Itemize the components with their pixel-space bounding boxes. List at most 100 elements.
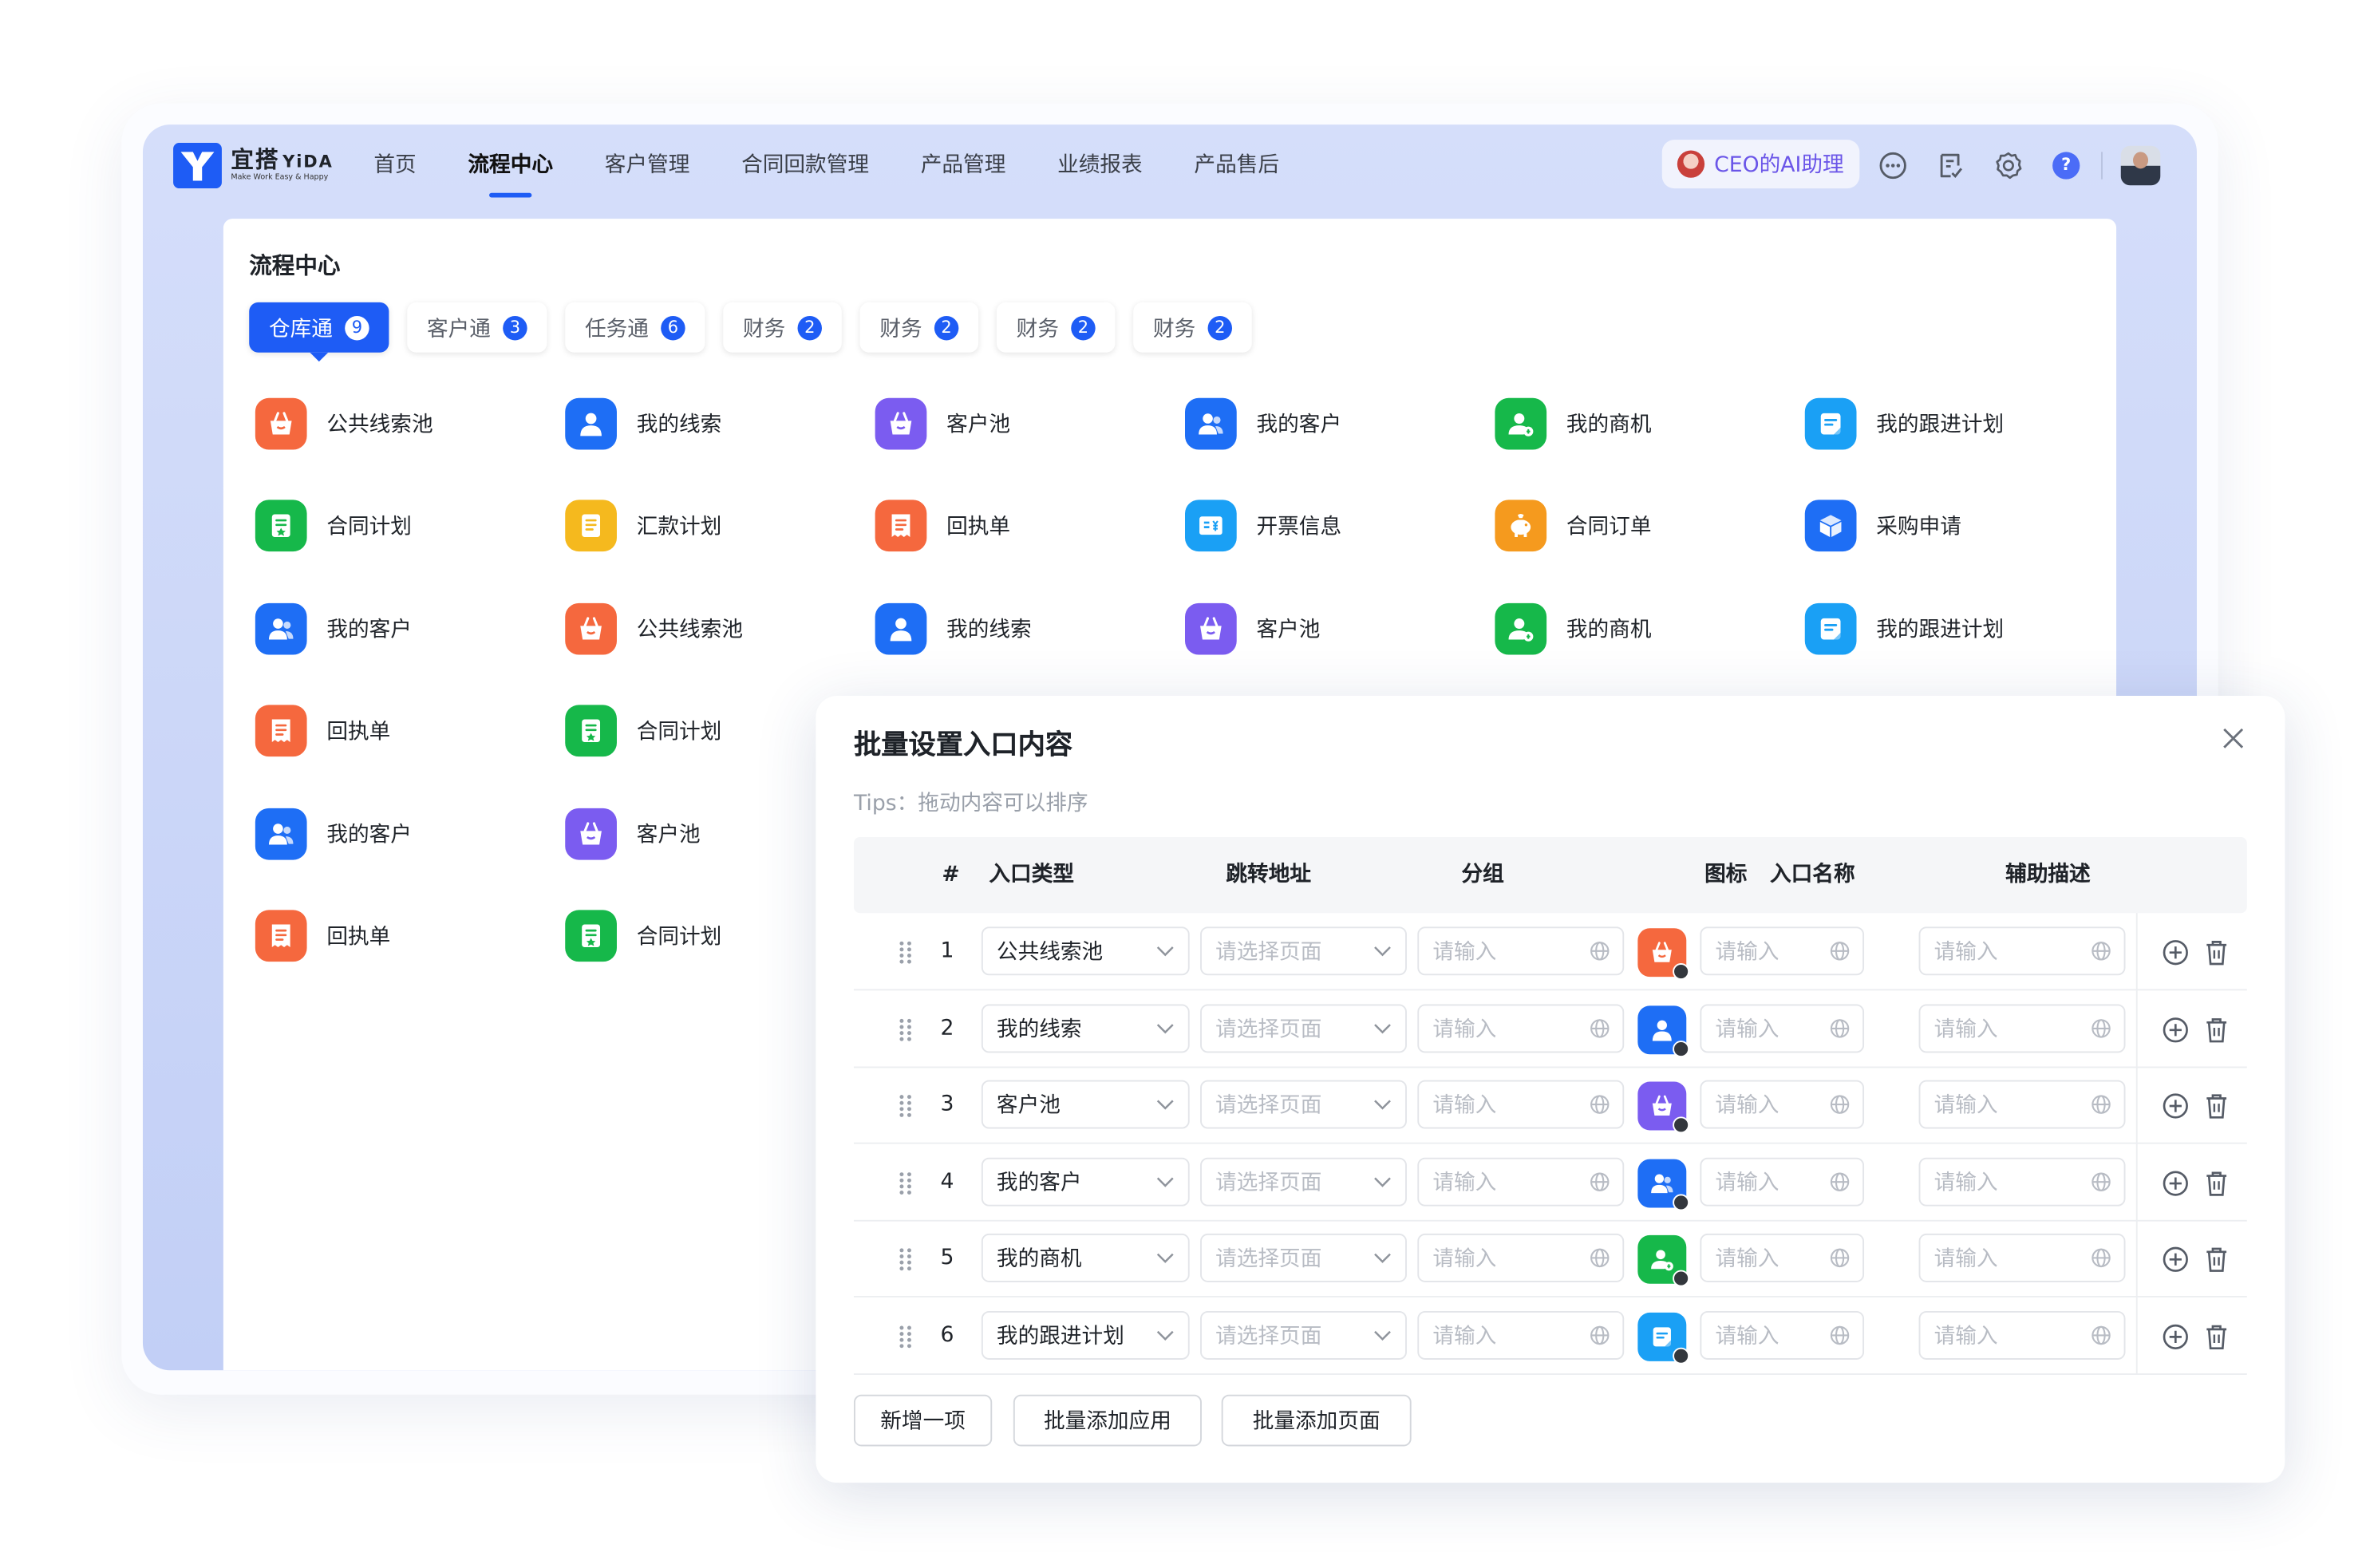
app-entry-item[interactable]: 我的商机 — [1495, 397, 1651, 450]
tab-task[interactable]: 任务通 6 — [565, 302, 705, 353]
entry-type-select[interactable]: 我的跟进计划 — [981, 1311, 1190, 1360]
group-input[interactable]: 请输入 — [1417, 1311, 1625, 1360]
entry-name-input[interactable]: 请输入 — [1700, 1003, 1865, 1053]
description-input[interactable]: 请输入 — [1918, 1080, 2126, 1129]
app-entry-item[interactable]: 我的客户 — [1185, 397, 1341, 450]
globe-icon[interactable] — [2091, 1094, 2112, 1116]
group-input[interactable]: 请输入 — [1417, 1234, 1625, 1283]
globe-icon[interactable] — [1589, 1325, 1610, 1346]
app-entry-item[interactable]: 回执单 — [255, 910, 390, 962]
add-circle-icon[interactable] — [2162, 1092, 2189, 1120]
nav-performance-report[interactable]: 业绩报表 — [1057, 124, 1143, 207]
trash-icon[interactable] — [2204, 1170, 2228, 1197]
basket-icon[interactable] — [1637, 1081, 1690, 1134]
globe-icon[interactable] — [1589, 1248, 1610, 1270]
app-entry-item[interactable]: 合同订单 — [1495, 500, 1651, 552]
ai-assistant-button[interactable]: CEO的AI助理 — [1661, 140, 1860, 189]
globe-icon[interactable] — [2091, 1171, 2112, 1192]
drag-handle-icon[interactable] — [898, 1325, 913, 1349]
description-input[interactable]: 请输入 — [1918, 1234, 2126, 1283]
basket-icon[interactable] — [1637, 928, 1690, 980]
edit-icon[interactable] — [1673, 1347, 1690, 1365]
app-entry-item[interactable]: 客户池 — [565, 808, 701, 860]
app-entry-item[interactable]: 回执单 — [255, 705, 390, 757]
trash-icon[interactable] — [2204, 1323, 2228, 1350]
drag-handle-icon[interactable] — [898, 1094, 913, 1118]
nav-home[interactable]: 首页 — [373, 124, 416, 207]
brand-logo[interactable]: 宜搭 YiDA Make Work Easy & Happy — [173, 142, 334, 189]
globe-icon[interactable] — [2091, 1017, 2112, 1039]
edit-icon[interactable] — [1673, 963, 1690, 980]
url-select[interactable]: 请选择页面 — [1200, 1080, 1407, 1129]
app-entry-item[interactable]: 合同计划 — [565, 910, 721, 962]
entry-name-input[interactable]: 请输入 — [1700, 926, 1865, 976]
app-entry-item[interactable]: 客户池 — [1185, 602, 1320, 655]
add-circle-icon[interactable] — [2162, 1323, 2189, 1350]
app-entry-item[interactable]: 我的客户 — [255, 602, 412, 655]
url-select[interactable]: 请选择页面 — [1200, 1234, 1407, 1283]
url-select[interactable]: 请选择页面 — [1200, 1157, 1407, 1207]
description-input[interactable]: 请输入 — [1918, 1157, 2126, 1207]
trash-icon[interactable] — [2204, 939, 2228, 966]
drag-handle-icon[interactable] — [898, 1017, 913, 1041]
trash-icon[interactable] — [2204, 1246, 2228, 1274]
tab-finance[interactable]: 财务 2 — [859, 302, 979, 353]
globe-icon[interactable] — [2091, 1325, 2112, 1346]
close-icon[interactable] — [2220, 725, 2247, 752]
app-entry-item[interactable]: 客户池 — [875, 397, 1010, 450]
drag-handle-icon[interactable] — [898, 1248, 913, 1272]
nav-after-sales[interactable]: 产品售后 — [1194, 124, 1279, 207]
tab-finance[interactable]: 财务 2 — [723, 302, 842, 353]
tab-finance[interactable]: 财务 2 — [996, 302, 1116, 353]
user-icon[interactable] — [1637, 1005, 1690, 1057]
app-entry-item[interactable]: 我的跟进计划 — [1804, 602, 2004, 655]
entry-name-input[interactable]: 请输入 — [1700, 1311, 1865, 1360]
globe-icon[interactable] — [1589, 940, 1610, 962]
globe-icon[interactable] — [1829, 940, 1851, 962]
app-entry-item[interactable]: 回执单 — [875, 500, 1010, 552]
note-icon[interactable] — [1637, 1312, 1690, 1365]
tab-finance[interactable]: 财务 2 — [1133, 302, 1252, 353]
nav-process-center[interactable]: 流程中心 — [468, 124, 553, 207]
help-icon[interactable]: ? — [2049, 149, 2083, 183]
edit-icon[interactable] — [1673, 1116, 1690, 1134]
entry-type-select[interactable]: 我的商机 — [981, 1234, 1190, 1283]
app-entry-item[interactable]: 公共线索池 — [565, 602, 743, 655]
entry-type-select[interactable]: 客户池 — [981, 1080, 1190, 1129]
app-entry-item[interactable]: 公共线索池 — [255, 397, 433, 450]
tab-warehouse[interactable]: 仓库通 9 — [249, 302, 389, 362]
globe-icon[interactable] — [1589, 1171, 1610, 1192]
description-input[interactable]: 请输入 — [1918, 1003, 2126, 1053]
more-circle-icon[interactable] — [1876, 149, 1910, 183]
entry-name-input[interactable]: 请输入 — [1700, 1080, 1865, 1129]
todo-list-icon[interactable] — [1934, 149, 1968, 183]
edit-icon[interactable] — [1673, 1040, 1690, 1057]
add-circle-icon[interactable] — [2162, 1246, 2189, 1274]
users-icon[interactable] — [1637, 1159, 1690, 1211]
app-entry-item[interactable]: 我的商机 — [1495, 602, 1651, 655]
tab-customer[interactable]: 客户通 3 — [407, 302, 547, 353]
user-coin-icon[interactable] — [1637, 1235, 1690, 1288]
add-circle-icon[interactable] — [2162, 1016, 2189, 1043]
entry-name-input[interactable]: 请输入 — [1700, 1157, 1865, 1207]
globe-icon[interactable] — [1829, 1171, 1851, 1192]
url-select[interactable]: 请选择页面 — [1200, 926, 1407, 976]
entry-type-select[interactable]: 公共线索池 — [981, 926, 1190, 976]
entry-name-input[interactable]: 请输入 — [1700, 1234, 1865, 1283]
entry-type-select[interactable]: 我的客户 — [981, 1157, 1190, 1207]
batch-add-app-button[interactable]: 批量添加应用 — [1013, 1394, 1202, 1447]
batch-add-page-button[interactable]: 批量添加页面 — [1221, 1394, 1412, 1447]
app-entry-item[interactable]: 我的线索 — [565, 397, 721, 450]
nav-customer-management[interactable]: 客户管理 — [605, 124, 690, 207]
app-entry-item[interactable]: 汇款计划 — [565, 500, 721, 552]
trash-icon[interactable] — [2204, 1092, 2228, 1120]
description-input[interactable]: 请输入 — [1918, 926, 2126, 976]
globe-icon[interactable] — [1829, 1325, 1851, 1346]
app-entry-item[interactable]: 采购申请 — [1804, 500, 1961, 552]
url-select[interactable]: 请选择页面 — [1200, 1003, 1407, 1053]
nav-product-management[interactable]: 产品管理 — [921, 124, 1006, 207]
app-entry-item[interactable]: 合同计划 — [255, 500, 412, 552]
edit-icon[interactable] — [1673, 1270, 1690, 1288]
add-one-button[interactable]: 新增一项 — [853, 1394, 993, 1447]
group-input[interactable]: 请输入 — [1417, 1157, 1625, 1207]
